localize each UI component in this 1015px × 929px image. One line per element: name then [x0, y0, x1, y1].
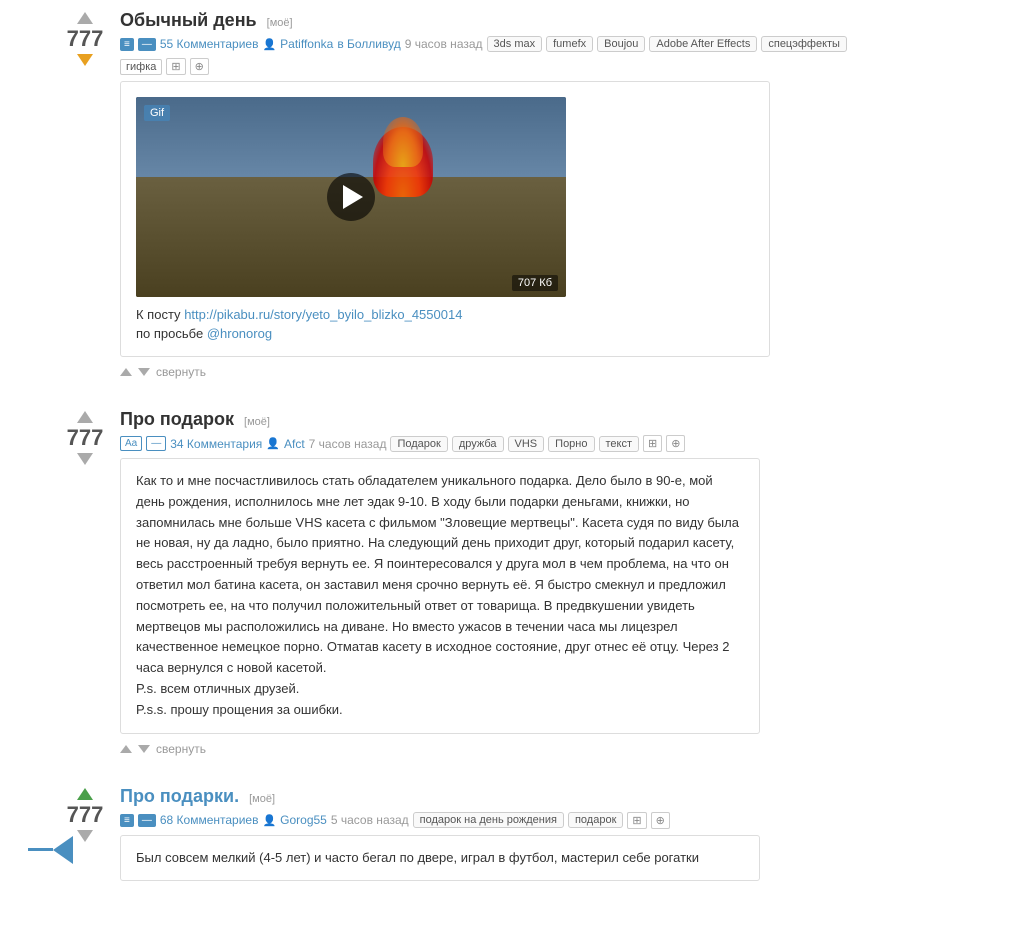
time-2: 7 часов назад [309, 437, 387, 451]
action-icon-add-1[interactable]: ⊕ [190, 58, 209, 75]
collapse-down-icon-1 [138, 368, 150, 376]
by-request-user-1[interactable]: @hronorog [207, 326, 272, 341]
my-badge-2[interactable]: [моё] [244, 416, 270, 428]
collapse-label-1[interactable]: свернуть [156, 365, 206, 379]
post-content-2: Про подарок [моё] Aa — 34 Комментария 👤 … [120, 409, 995, 756]
vote-down-3[interactable] [77, 830, 93, 842]
collapse-bar-1[interactable]: свернуть [120, 365, 995, 379]
collapse-bar-2[interactable]: свернуть [120, 742, 995, 756]
play-button-1[interactable] [327, 173, 375, 221]
second-row-meta-1: гифка ⊞ ⊕ [120, 58, 995, 75]
action-icon-expand-3[interactable]: ⊞ [627, 812, 646, 829]
post-title-3: Про подарки. [моё] [120, 786, 995, 807]
tag-fumefx[interactable]: fumefx [546, 36, 593, 52]
post-title-2: Про подарок [моё] [120, 409, 995, 430]
post-title-link-3[interactable]: Про подарки. [120, 786, 244, 806]
post-icon-text-2[interactable]: Aa [120, 436, 142, 451]
author-link-1[interactable]: Patiffonka [280, 37, 333, 51]
post-icon-list-1[interactable]: — [138, 38, 156, 51]
post-3: 777 Про подарки. [моё] ≡ — 68 Комментари… [60, 786, 995, 890]
post-icon-image-3[interactable]: ≡ [120, 814, 134, 827]
action-icon-add-3[interactable]: ⊕ [651, 812, 670, 829]
tag-podarok-2[interactable]: Подарок [390, 436, 447, 452]
post-1: 777 Обычный день [моё] ≡ — 55 Комментари… [60, 10, 995, 379]
post-2: 777 Про подарок [моё] Aa — 34 Комментари… [60, 409, 995, 756]
arrow-pointer-3 [28, 836, 73, 864]
time-1: 9 часов назад [405, 37, 483, 51]
page-container: 777 Обычный день [моё] ≡ — 55 Комментари… [0, 0, 1015, 929]
comments-link-1[interactable]: 55 Комментариев [160, 37, 259, 51]
vote-count-2: 777 [67, 425, 104, 451]
tag-podarok-den-3[interactable]: подарок на день рождения [413, 812, 564, 828]
fire-effect [373, 127, 433, 197]
tag-3dsmax[interactable]: 3ds max [487, 36, 543, 52]
post-icon-image-1[interactable]: ≡ [120, 38, 134, 51]
post-content-1: Обычный день [моё] ≡ — 55 Комментариев 👤… [120, 10, 995, 379]
post-meta-3: ≡ — 68 Комментариев 👤 Gorog55 5 часов на… [120, 812, 995, 829]
action-icon-expand-2[interactable]: ⊞ [643, 435, 662, 452]
vote-column-1: 777 [60, 10, 110, 379]
k-postu-label: К посту [136, 307, 181, 322]
post-title-1: Обычный день [моё] [120, 10, 995, 31]
time-3: 5 часов назад [331, 813, 409, 827]
vote-up-1[interactable] [77, 12, 93, 24]
tag-boujou[interactable]: Boujou [597, 36, 645, 52]
tag-druzhba-2[interactable]: дружба [452, 436, 504, 452]
post-meta-1: ≡ — 55 Комментариев 👤 Patiffonka в Болли… [120, 36, 995, 52]
comments-link-2[interactable]: 34 Комментария [170, 437, 262, 451]
post-link-section-1: К посту http://pikabu.ru/story/yeto_byil… [136, 307, 754, 341]
tag-podarok-3[interactable]: подарок [568, 812, 623, 828]
tag-aftereffects[interactable]: Adobe After Effects [649, 36, 757, 52]
vote-count-1: 777 [67, 26, 104, 52]
body-preview-3: Был совсем мелкий (4-5 лет) и часто бега… [136, 850, 699, 865]
tag-porno-2[interactable]: Порно [548, 436, 594, 452]
post-icon-dash-2[interactable]: — [146, 436, 166, 451]
action-icon-add-2[interactable]: ⊕ [666, 435, 685, 452]
vote-down-2[interactable] [77, 453, 93, 465]
post-meta-2: Aa — 34 Комментария 👤 Afct 7 часов назад… [120, 435, 995, 452]
comments-link-3[interactable]: 68 Комментариев [160, 813, 259, 827]
collapse-down-icon-2 [138, 745, 150, 753]
body-text-2: Как то и мне посчастливилось стать облад… [136, 473, 739, 717]
by-request-1: по просьбе @hronorog [136, 326, 754, 341]
gif-label-1[interactable]: гифка [120, 59, 162, 75]
collapse-up-icon-2 [120, 745, 132, 753]
tag-vhs-2[interactable]: VHS [508, 436, 545, 452]
location-1: в Болливуд [337, 37, 400, 51]
vote-up-2[interactable] [77, 411, 93, 423]
file-size-1: 707 Кб [512, 275, 558, 291]
post-content-3: Про подарки. [моё] ≡ — 68 Комментариев 👤… [120, 786, 995, 890]
collapse-up-icon-1 [120, 368, 132, 376]
post-preview-box-3: Был совсем мелкий (4-5 лет) и часто бега… [120, 835, 760, 882]
collapse-label-2[interactable]: свернуть [156, 742, 206, 756]
vote-down-1[interactable] [77, 54, 93, 66]
tag-tekst-2[interactable]: текст [599, 436, 640, 452]
gif-badge-1: Gif [144, 105, 170, 121]
vote-up-3[interactable] [77, 788, 93, 800]
my-badge-3[interactable]: [моё] [249, 793, 275, 805]
post-link-1[interactable]: http://pikabu.ru/story/yeto_byilo_blizko… [184, 307, 462, 322]
vote-column-2: 777 [60, 409, 110, 756]
media-box-1: Gif 707 Кб К посту http://pikabu.ru/stor… [120, 81, 770, 357]
author-link-3[interactable]: Gorog55 [280, 813, 327, 827]
author-link-2[interactable]: Afct [284, 437, 305, 451]
tag-speceffects[interactable]: спецэффекты [761, 36, 847, 52]
my-badge-1[interactable]: [моё] [267, 17, 293, 29]
post-text-box-2: Как то и мне посчастливилось стать облад… [120, 458, 760, 734]
post-icon-list-3[interactable]: — [138, 814, 156, 827]
play-triangle-1 [343, 185, 363, 209]
action-icon-expand-1[interactable]: ⊞ [166, 58, 185, 75]
video-thumb-1[interactable]: Gif 707 Кб [136, 97, 566, 297]
vote-count-3: 777 [67, 802, 104, 828]
